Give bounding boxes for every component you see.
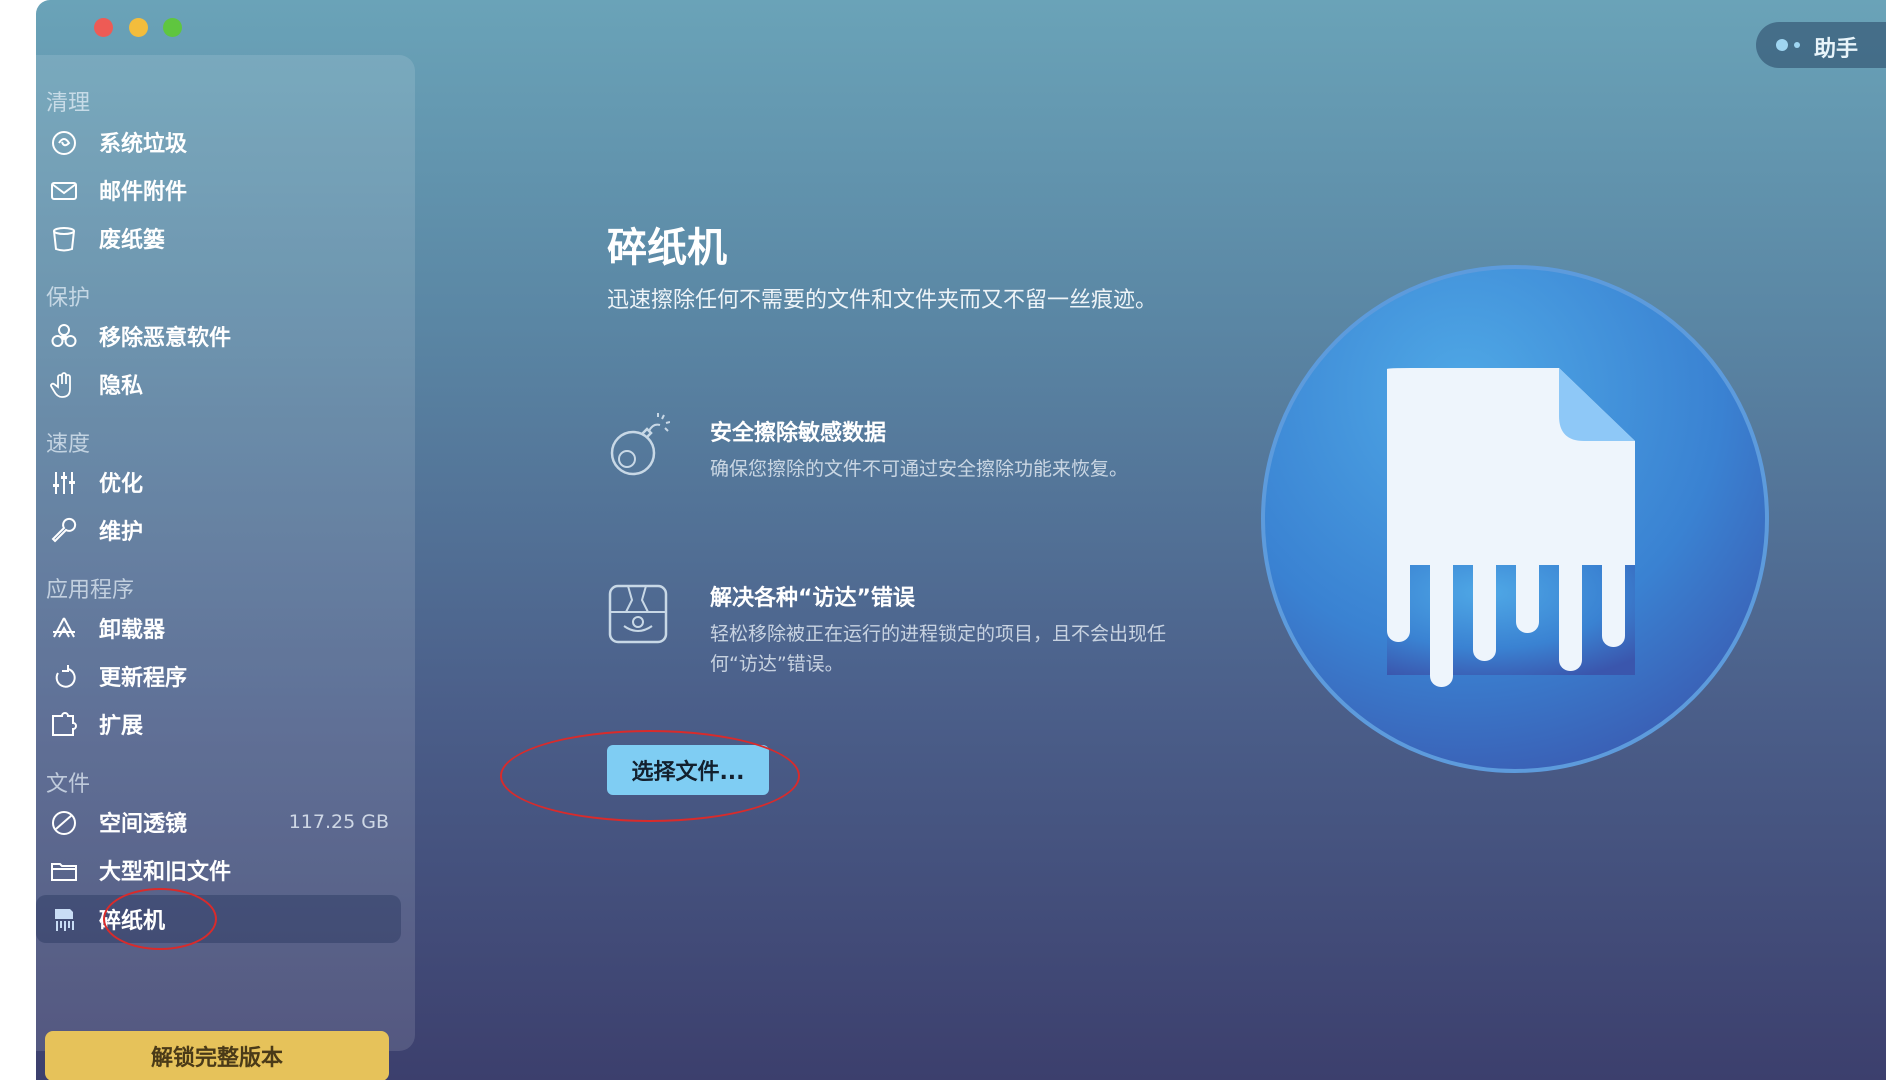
assistant-label: 助手	[1814, 37, 1859, 62]
sidebar-item-shredder[interactable]: 碎纸机	[36, 895, 401, 943]
page-description: 迅速擦除任何不需要的文件和文件夹而又不留一丝痕迹。	[607, 288, 1158, 313]
section-title-files: 文件	[46, 772, 91, 797]
sidebar-item-label: 隐私	[99, 374, 144, 399]
sidebar-item-extensions[interactable]: 扩展	[36, 700, 401, 748]
space-lens-size: 117.25 GB	[288, 811, 389, 833]
close-window-button[interactable]	[94, 18, 113, 37]
updater-icon	[50, 663, 78, 691]
assistant-button[interactable]: 助手	[1756, 22, 1886, 68]
feature-desc-finder-errors: 轻松移除被正在运行的进程锁定的项目，且不会出现任何“访达”错误。	[710, 623, 1167, 675]
zoom-window-button[interactable]	[163, 18, 182, 37]
sidebar-item-malware-removal[interactable]: 移除恶意软件	[36, 312, 401, 360]
sidebar-item-trash[interactable]: 废纸篓	[36, 214, 401, 262]
sidebar-item-label: 维护	[99, 520, 144, 545]
hand-icon	[50, 371, 78, 399]
sidebar-item-label: 系统垃圾	[99, 132, 188, 157]
section-title-speed: 速度	[46, 432, 91, 457]
sidebar-item-privacy[interactable]: 隐私	[36, 360, 401, 408]
bomb-icon	[606, 413, 671, 477]
minimize-window-button[interactable]	[129, 18, 148, 37]
red-annotation-circle-sidebar	[103, 888, 217, 950]
sidebar-item-label: 更新程序	[99, 666, 188, 691]
section-title-protect: 保护	[46, 286, 91, 311]
page-title: 碎纸机	[607, 225, 727, 271]
section-title-applications: 应用程序	[46, 578, 135, 603]
sidebar-item-space-lens[interactable]: 空间透镜 117.25 GB	[36, 798, 401, 846]
extensions-icon	[50, 711, 78, 739]
folder-icon	[50, 857, 78, 885]
sidebar-item-large-old-files[interactable]: 大型和旧文件	[36, 846, 401, 894]
sidebar-item-updater[interactable]: 更新程序	[36, 652, 401, 700]
sidebar: 清理 系统垃圾 邮件附件 废纸篓 保护 移除恶意软件 隐私 速度 优化 维护 应…	[36, 55, 415, 1080]
sidebar-item-label: 邮件附件	[99, 180, 188, 205]
sidebar-item-label: 空间透镜	[99, 812, 188, 837]
feature-title-secure-erase: 安全擦除敏感数据	[710, 421, 887, 446]
wrench-icon	[50, 517, 78, 545]
biohazard-icon	[50, 323, 78, 351]
trash-icon	[50, 225, 78, 253]
unlock-full-version-button[interactable]: 解锁完整版本	[45, 1031, 389, 1080]
sidebar-item-system-junk[interactable]: 系统垃圾	[36, 118, 401, 166]
shredder-hero-icon	[1261, 265, 1769, 773]
sidebar-item-maintenance[interactable]: 维护	[36, 506, 401, 554]
sidebar-item-label: 大型和旧文件	[99, 860, 232, 885]
space-lens-icon	[50, 809, 78, 837]
sidebar-item-uninstaller[interactable]: 卸载器	[36, 604, 401, 652]
app-window: 助手 清理 系统垃圾 邮件附件 废纸篓 保护 移除恶意软件 隐私 速度 优化 维…	[36, 0, 1886, 1080]
finder-error-icon	[606, 582, 670, 646]
feature-desc-secure-erase: 确保您擦除的文件不可通过安全擦除功能来恢复。	[710, 458, 1129, 480]
sidebar-item-label: 扩展	[99, 714, 144, 739]
red-annotation-circle-button	[500, 730, 800, 822]
mail-icon	[50, 177, 78, 205]
system-junk-icon	[50, 129, 78, 157]
assistant-dot-icon	[1776, 39, 1788, 51]
sidebar-item-optimization[interactable]: 优化	[36, 458, 401, 506]
sliders-icon	[50, 469, 78, 497]
section-title-clean: 清理	[46, 91, 91, 116]
sidebar-item-label: 卸载器	[99, 618, 166, 643]
sidebar-item-mail-attachments[interactable]: 邮件附件	[36, 166, 401, 214]
uninstaller-icon	[50, 615, 78, 643]
sidebar-item-label: 废纸篓	[99, 228, 166, 253]
assistant-dot-small-icon	[1794, 42, 1800, 48]
sidebar-item-label: 移除恶意软件	[99, 326, 232, 351]
feature-title-finder-errors: 解决各种“访达”错误	[710, 586, 915, 611]
shredder-icon	[50, 906, 78, 934]
sidebar-item-label: 优化	[99, 472, 144, 497]
